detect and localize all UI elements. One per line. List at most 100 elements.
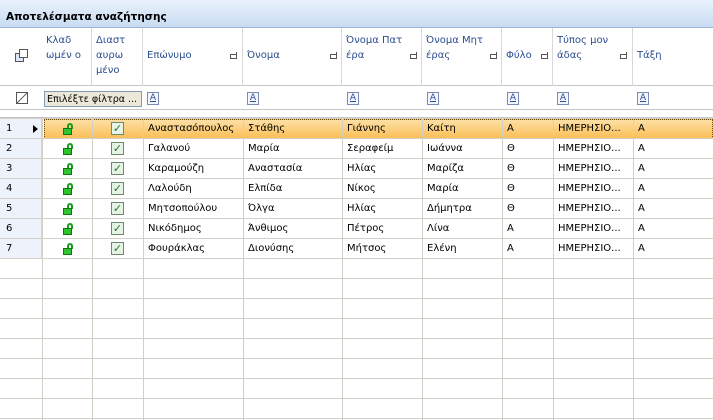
cell-class[interactable]: Α — [633, 179, 713, 199]
row-number[interactable]: 6 — [0, 219, 42, 239]
crossed-checkbox[interactable]: ✓ — [111, 202, 124, 215]
crossed-checkbox[interactable]: ✓ — [111, 222, 124, 235]
cell-name[interactable]: Μαρία — [243, 139, 342, 159]
cell-name[interactable]: Όλγα — [243, 199, 342, 219]
cell-unit[interactable]: ΗΜΕΡΗΣΙΟ... — [553, 179, 633, 199]
unlocked-icon[interactable] — [63, 183, 73, 195]
crossed-checkbox[interactable]: ✓ — [111, 162, 124, 175]
cell-mother[interactable]: Καίτη — [422, 119, 502, 139]
cell-surname[interactable]: Καραμούζη — [143, 159, 243, 179]
grid-line — [0, 118, 713, 119]
cell-sex[interactable]: Θ — [502, 199, 553, 219]
grid-line — [502, 119, 503, 420]
cell-class[interactable]: Α — [633, 239, 713, 259]
table-row[interactable]: 3 ✓ Καραμούζη Αναστασία Ηλίας Μαρίζα Θ ΗΜΕΡΗΣΙΟ… — [0, 159, 713, 179]
cell-unit[interactable]: ΗΜΕΡΗΣΙΟ... — [553, 159, 633, 179]
filter-select[interactable]: Επιλέξτε φίλτρα ... — [44, 91, 142, 107]
cell-name[interactable]: Στάθης — [243, 119, 342, 139]
column-header-branched[interactable]: Κλαδ ωμέν ο — [42, 28, 92, 86]
cell-name[interactable]: Άνθιμος — [243, 219, 342, 239]
table-row[interactable]: 1 ✓ Αναστασόπουλος Στάθης Γιάννης Καίτη Α ΗΜΕΡΗ… — [0, 119, 713, 139]
cell-sex[interactable]: Θ — [502, 139, 553, 159]
row-number[interactable]: 3 — [0, 159, 42, 179]
unlocked-icon[interactable] — [63, 163, 73, 175]
filter-operator-icon[interactable]: A — [347, 92, 359, 105]
filter-operator-icon[interactable]: A — [507, 92, 519, 105]
cell-father[interactable]: Ηλίας — [342, 199, 422, 219]
cell-mother[interactable]: Ιωάννα — [422, 139, 502, 159]
crossed-checkbox[interactable]: ✓ — [111, 242, 124, 255]
table-row[interactable]: 2 ✓ Γαλανού Μαρία Σεραφείμ Ιωάννα Θ ΗΜΕΡΗΣΙΟ...… — [0, 139, 713, 159]
pin-icon[interactable] — [330, 51, 339, 60]
unlocked-icon[interactable] — [63, 123, 73, 135]
column-header-name[interactable]: Όνομα — [243, 28, 342, 86]
cell-surname[interactable]: Νικόδημος — [143, 219, 243, 239]
filter-operator-icon[interactable]: A — [427, 92, 439, 105]
column-header-crossed[interactable]: Διαστ αυρω μένο — [92, 28, 143, 86]
cell-surname[interactable]: Λαλούδη — [143, 179, 243, 199]
pin-icon[interactable] — [620, 51, 629, 60]
cell-sex[interactable]: Θ — [502, 179, 553, 199]
cell-class[interactable]: Α — [633, 219, 713, 239]
crossed-checkbox[interactable]: ✓ — [111, 142, 124, 155]
crossed-checkbox[interactable]: ✓ — [111, 122, 124, 135]
cell-father[interactable]: Σεραφείμ — [342, 139, 422, 159]
cell-surname[interactable]: Γαλανού — [143, 139, 243, 159]
cell-sex[interactable]: Θ — [502, 159, 553, 179]
table-row[interactable]: 5 ✓ Μητσοπούλου Όλγα Ηλίας Δήμητρα Θ ΗΜΕΡΗΣΙΟ..… — [0, 199, 713, 219]
column-header-class[interactable]: Τάξη — [633, 28, 713, 86]
cell-sex[interactable]: Α — [502, 239, 553, 259]
cell-mother[interactable]: Μαρία — [422, 179, 502, 199]
cell-sex[interactable]: Α — [502, 119, 553, 139]
cell-class[interactable]: Α — [633, 119, 713, 139]
unlocked-icon[interactable] — [63, 143, 73, 155]
cell-unit[interactable]: ΗΜΕΡΗΣΙΟ... — [553, 139, 633, 159]
cell-name[interactable]: Διονύσης — [243, 239, 342, 259]
row-number[interactable]: 2 — [0, 139, 42, 159]
table-row[interactable]: 4 ✓ Λαλούδη Ελπίδα Νίκος Μαρία Θ ΗΜΕΡΗΣΙΟ... Α — [0, 179, 713, 199]
cell-unit[interactable]: ΗΜΕΡΗΣΙΟ... — [553, 199, 633, 219]
filter-operator-icon[interactable]: A — [147, 92, 159, 105]
unlocked-icon[interactable] — [63, 203, 73, 215]
cell-class[interactable]: Α — [633, 139, 713, 159]
cell-class[interactable]: Α — [633, 159, 713, 179]
cell-father[interactable]: Ηλίας — [342, 159, 422, 179]
crossed-checkbox[interactable]: ✓ — [111, 182, 124, 195]
column-chooser-icon[interactable] — [15, 49, 29, 63]
cell-father[interactable]: Πέτρος — [342, 219, 422, 239]
cell-unit[interactable]: ΗΜΕΡΗΣΙΟ... — [553, 239, 633, 259]
cell-father[interactable]: Γιάννης — [342, 119, 422, 139]
cell-unit[interactable]: ΗΜΕΡΗΣΙΟ... — [553, 219, 633, 239]
unlocked-icon[interactable] — [63, 243, 73, 255]
filter-operator-icon[interactable]: A — [637, 92, 649, 105]
clear-filter-icon[interactable] — [16, 92, 28, 104]
cell-unit[interactable]: ΗΜΕΡΗΣΙΟ... — [553, 119, 633, 139]
cell-name[interactable]: Αναστασία — [243, 159, 342, 179]
cell-father[interactable]: Νίκος — [342, 179, 422, 199]
row-number[interactable]: 5 — [0, 199, 42, 219]
table-row[interactable]: 6 ✓ Νικόδημος Άνθιμος Πέτρος Λίνα Α ΗΜΕΡΗΣΙΟ...… — [0, 219, 713, 239]
cell-sex[interactable]: Α — [502, 219, 553, 239]
pin-icon[interactable] — [410, 51, 419, 60]
cell-class[interactable]: Α — [633, 199, 713, 219]
row-number[interactable]: 7 — [0, 239, 42, 259]
cell-mother[interactable]: Μαρίζα — [422, 159, 502, 179]
cell-surname[interactable]: Φουράκλας — [143, 239, 243, 259]
filter-operator-icon[interactable]: A — [557, 92, 569, 105]
cell-father[interactable]: Μήτσος — [342, 239, 422, 259]
pin-icon[interactable] — [541, 51, 550, 60]
cell-name[interactable]: Ελπίδα — [243, 179, 342, 199]
unlocked-icon[interactable] — [63, 223, 73, 235]
pin-icon[interactable] — [490, 51, 499, 60]
filter-operator-icon[interactable]: A — [247, 92, 259, 105]
table-row[interactable]: 7 ✓ Φουράκλας Διονύσης Μήτσος Ελένη Α ΗΜΕΡΗΣΙΟ.… — [0, 239, 713, 259]
cell-surname[interactable]: Μητσοπούλου — [143, 199, 243, 219]
pin-icon[interactable] — [230, 51, 239, 60]
column-header-surname[interactable]: Επώνυμο — [143, 28, 243, 86]
cell-mother[interactable]: Δήμητρα — [422, 199, 502, 219]
grid-line — [0, 198, 713, 199]
cell-mother[interactable]: Λίνα — [422, 219, 502, 239]
row-number[interactable]: 4 — [0, 179, 42, 199]
cell-surname[interactable]: Αναστασόπουλος — [143, 119, 243, 139]
cell-mother[interactable]: Ελένη — [422, 239, 502, 259]
